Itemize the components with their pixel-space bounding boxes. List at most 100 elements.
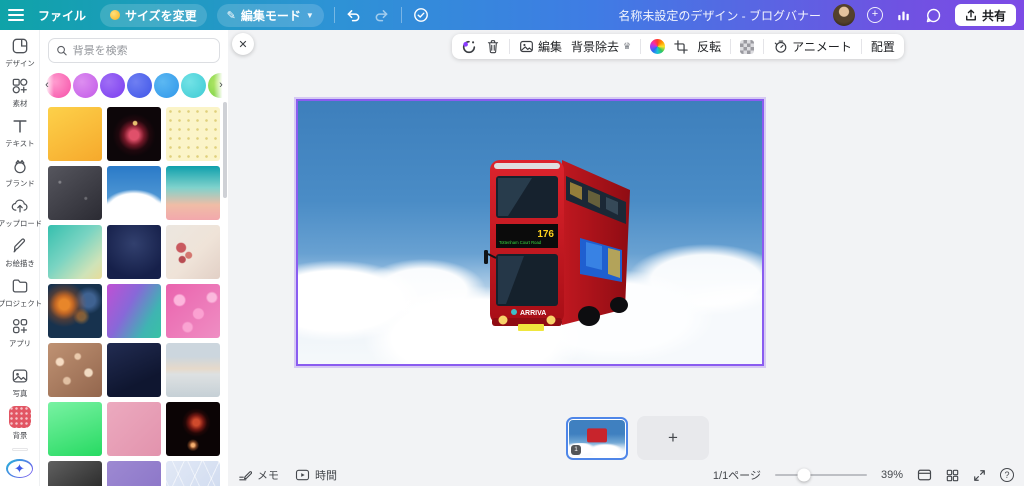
sidebar-item-background[interactable]: 背景 bbox=[0, 406, 40, 441]
sidebar-item-draw[interactable]: お絵描き bbox=[0, 236, 40, 269]
panel-scrollbar[interactable] bbox=[223, 102, 227, 198]
elements-icon bbox=[12, 78, 27, 94]
color-swatch[interactable] bbox=[154, 72, 179, 98]
cloud-save-status-icon[interactable] bbox=[412, 6, 430, 24]
sidebar-item-design[interactable]: デザイン bbox=[0, 36, 40, 69]
avatar[interactable] bbox=[832, 4, 855, 26]
add-member-button[interactable]: + bbox=[866, 7, 883, 23]
background-tile[interactable] bbox=[107, 107, 161, 161]
sidebar-item-more-faded[interactable] bbox=[11, 448, 28, 451]
search-bar[interactable] bbox=[48, 38, 220, 63]
color-wheel-icon bbox=[650, 39, 666, 54]
zoom-slider-handle[interactable] bbox=[797, 468, 811, 482]
delete-button[interactable] bbox=[486, 39, 500, 54]
background-remover-button[interactable]: 背景除去 ♛ bbox=[571, 38, 631, 55]
status-bar: メモ 時間 1/1ページ 39% ? bbox=[228, 464, 1024, 486]
panel-close-button[interactable]: ✕ bbox=[232, 33, 254, 55]
sidebar-item-brand[interactable]: ブランド bbox=[0, 156, 40, 189]
zoom-slider[interactable] bbox=[774, 468, 867, 482]
transparency-button[interactable] bbox=[740, 39, 755, 54]
background-tile[interactable] bbox=[48, 284, 102, 338]
background-tile[interactable] bbox=[48, 107, 102, 161]
background-tile[interactable] bbox=[107, 166, 161, 220]
upload-icon bbox=[966, 9, 976, 20]
position-button[interactable]: 配置 bbox=[871, 38, 895, 55]
sidebar-item-photos[interactable]: 写真 bbox=[0, 366, 40, 399]
color-swatch[interactable] bbox=[100, 72, 125, 98]
add-page-button[interactable]: + bbox=[637, 416, 709, 460]
crop-button[interactable] bbox=[674, 39, 688, 54]
ai-edit-button[interactable] bbox=[461, 39, 477, 55]
ai-magic-icon bbox=[462, 40, 476, 53]
edit-mode-button[interactable]: ✎ 編集モード ▼ bbox=[216, 3, 324, 27]
color-swatch[interactable] bbox=[127, 72, 152, 98]
duration-button[interactable]: 時間 bbox=[295, 467, 337, 483]
zoom-percent[interactable]: 39% bbox=[881, 469, 903, 481]
hamburger-menu-icon[interactable] bbox=[8, 9, 24, 21]
ai-assistant-button[interactable]: ✦ bbox=[6, 459, 33, 478]
background-tile[interactable] bbox=[166, 343, 220, 397]
fullscreen-icon[interactable] bbox=[973, 469, 986, 482]
presentation-view-icon[interactable] bbox=[917, 469, 932, 481]
bus-image[interactable]: 176 Tottenham Court Road ARRIVA bbox=[462, 132, 662, 332]
swatch-next-button[interactable]: › bbox=[214, 72, 228, 98]
page-thumbnail[interactable]: 1 bbox=[566, 416, 628, 460]
background-tile[interactable] bbox=[107, 225, 161, 279]
insights-bar-chart-icon[interactable] bbox=[895, 6, 913, 24]
animate-button[interactable]: アニメート bbox=[773, 38, 852, 55]
background-tile[interactable] bbox=[48, 225, 102, 279]
background-tile[interactable] bbox=[107, 284, 161, 338]
backgrounds-panel: ‹ › bbox=[40, 30, 228, 486]
design-title[interactable]: 名称未設定のデザイン - ブログバナー bbox=[618, 7, 821, 24]
grid-view-icon[interactable] bbox=[946, 469, 959, 482]
background-tile[interactable] bbox=[166, 402, 220, 456]
page-indicator: 1/1ページ bbox=[712, 470, 761, 482]
background-tile[interactable] bbox=[166, 225, 220, 279]
flip-label: 反転 bbox=[697, 40, 722, 54]
background-tile[interactable] bbox=[48, 461, 102, 486]
position-label: 配置 bbox=[870, 40, 895, 54]
design-icon bbox=[12, 38, 27, 54]
duration-icon bbox=[295, 469, 310, 481]
redo-button[interactable] bbox=[373, 6, 391, 24]
swatch-prev-button[interactable]: ‹ bbox=[40, 72, 54, 98]
design-page[interactable]: 176 Tottenham Court Road ARRIVA bbox=[296, 99, 764, 366]
background-tile[interactable] bbox=[166, 284, 220, 338]
sidebar-item-text[interactable]: テキスト bbox=[0, 116, 40, 149]
share-label: 共有 bbox=[981, 8, 1006, 23]
background-tile[interactable] bbox=[48, 343, 102, 397]
undo-button[interactable] bbox=[345, 6, 363, 24]
search-input[interactable] bbox=[72, 44, 212, 57]
sidebar-item-uploads[interactable]: アップロード bbox=[0, 196, 42, 229]
help-button[interactable]: ? bbox=[1000, 468, 1014, 482]
background-tile-grid bbox=[40, 107, 228, 486]
sidebar-item-projects[interactable]: プロジェクト bbox=[0, 276, 42, 309]
color-swatch[interactable] bbox=[181, 72, 206, 98]
plus-icon: + bbox=[668, 428, 678, 447]
resize-label: サイズを変更 bbox=[125, 8, 197, 23]
resize-button[interactable]: サイズを変更 bbox=[100, 3, 207, 27]
flip-button[interactable]: 反転 bbox=[697, 38, 721, 55]
share-button[interactable]: 共有 bbox=[954, 4, 1016, 26]
color-button[interactable] bbox=[650, 39, 666, 54]
background-tile[interactable] bbox=[107, 343, 161, 397]
close-icon: ✕ bbox=[238, 38, 248, 51]
notes-button[interactable]: メモ bbox=[238, 467, 279, 483]
image-icon bbox=[520, 40, 533, 53]
crop-icon bbox=[674, 39, 688, 54]
background-tile[interactable] bbox=[166, 166, 220, 220]
background-tile[interactable] bbox=[107, 402, 161, 456]
comments-bubble-icon[interactable] bbox=[925, 6, 943, 24]
sidebar-item-elements[interactable]: 素材 bbox=[0, 76, 40, 109]
notes-pencil-icon bbox=[239, 470, 252, 480]
background-tile[interactable] bbox=[166, 461, 220, 486]
sidebar-item-apps[interactable]: アプリ bbox=[0, 316, 40, 349]
background-tile[interactable] bbox=[107, 461, 161, 486]
color-swatch[interactable] bbox=[73, 72, 98, 98]
text-icon bbox=[12, 120, 27, 133]
file-menu-button[interactable]: ファイル bbox=[34, 7, 90, 24]
background-tile[interactable] bbox=[48, 402, 102, 456]
edit-image-button[interactable]: 編集 bbox=[519, 38, 562, 55]
background-tile[interactable] bbox=[166, 107, 220, 161]
background-tile[interactable] bbox=[48, 166, 102, 220]
